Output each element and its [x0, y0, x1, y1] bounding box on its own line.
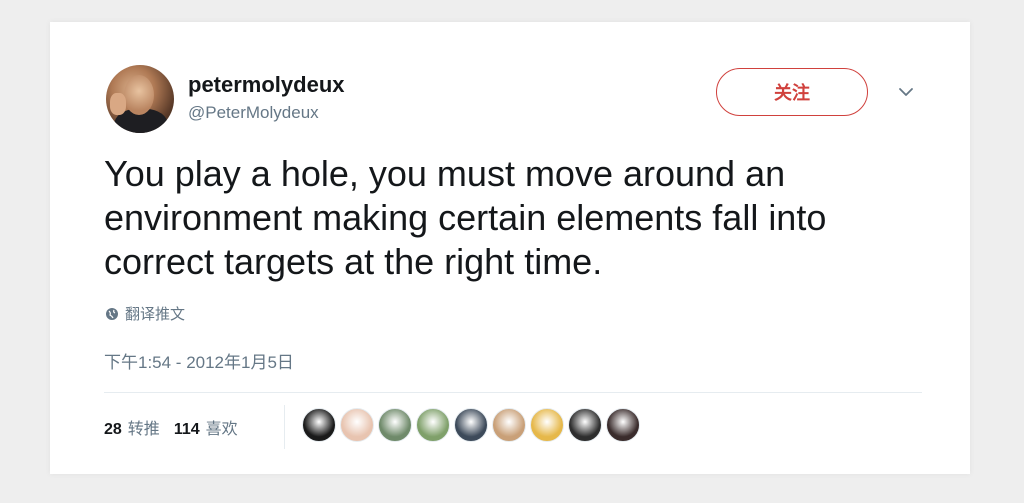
liker-avatar[interactable] [340, 408, 374, 442]
avatar-face [124, 75, 154, 115]
likes-stat[interactable]: 114 喜欢 [174, 415, 238, 439]
likes-count: 114 [173, 421, 200, 438]
liker-avatar[interactable] [454, 408, 488, 442]
display-name[interactable]: petermolydeux [188, 72, 345, 98]
liker-avatar[interactable] [568, 408, 602, 442]
likes-label: 喜欢 [205, 421, 238, 438]
follow-button[interactable]: 关注 [716, 68, 868, 116]
chevron-down-icon[interactable] [898, 86, 914, 98]
translate-label: 翻译推文 [125, 306, 186, 323]
tweet-card: petermolydeux @PeterMolydeux 关注 You play… [50, 22, 970, 474]
divider [104, 392, 922, 393]
tweet-stats: 28 转推 114 喜欢 [104, 415, 252, 439]
tweet-timestamp[interactable]: 下午1:54 - 2012年1月5日 [104, 348, 294, 373]
liker-avatar[interactable] [378, 408, 412, 442]
retweets-count: 28 [104, 421, 122, 438]
liker-avatar[interactable] [492, 408, 526, 442]
tweet-text: You play a hole, you must move around an… [104, 153, 827, 282]
user-handle[interactable]: @PeterMolydeux [188, 103, 319, 123]
avatar[interactable] [106, 65, 174, 133]
liker-avatar[interactable] [302, 408, 336, 442]
avatar-hand [110, 93, 126, 115]
likers-list [302, 408, 640, 444]
retweets-stat[interactable]: 28 转推 [104, 415, 160, 439]
liker-avatar[interactable] [606, 408, 640, 442]
stats-separator [284, 405, 285, 449]
liker-avatar[interactable] [530, 408, 564, 442]
liker-avatar[interactable] [416, 408, 450, 442]
retweets-label: 转推 [127, 421, 160, 438]
globe-icon [106, 307, 118, 320]
translate-link[interactable]: 翻译推文 [105, 303, 185, 324]
